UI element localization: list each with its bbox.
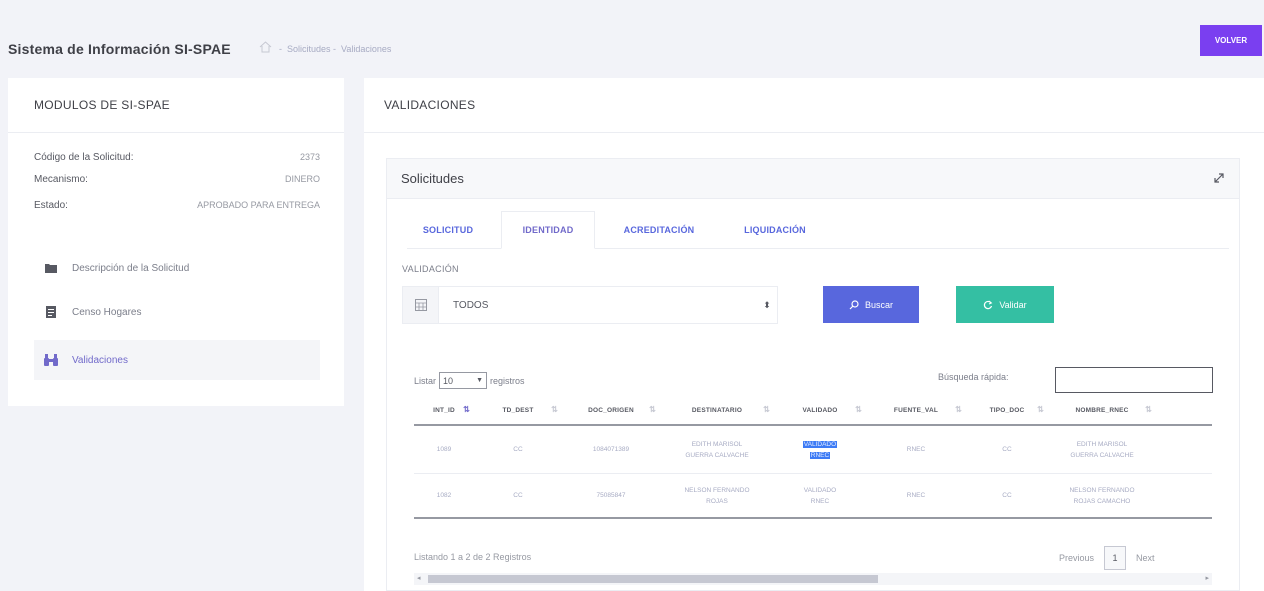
pagination: Previous 1 Next (1059, 546, 1155, 570)
top-bar: Sistema de Información SI-SPAE - Solicit… (0, 8, 1264, 74)
next-button[interactable]: Next (1136, 553, 1155, 563)
breadcrumb-separator: - (333, 44, 336, 54)
quick-search-input[interactable] (1055, 367, 1213, 393)
cell-doc-origen: 1084071389 (592, 446, 630, 453)
sidebar: MODULOS DE SI-SPAE Código de la Solicitu… (8, 78, 344, 406)
expand-icon[interactable] (1213, 172, 1225, 184)
validacion-select-value: TODOS (453, 299, 489, 311)
sidebar-item-label: Descripción de la Solicitud (72, 262, 190, 274)
cell-tipo-doc: CC (1002, 492, 1012, 499)
info-value: 2373 (299, 152, 320, 162)
sidebar-item-label: Censo Hogares (72, 306, 142, 318)
breadcrumb-item-solicitudes[interactable]: Solicitudes (287, 44, 331, 54)
page-1-button[interactable]: 1 (1104, 546, 1127, 570)
refresh-icon (984, 300, 993, 309)
cell-tipo-doc: CC (1002, 446, 1012, 453)
binoculars-icon (44, 353, 58, 367)
sidebar-item-descripcion[interactable]: Descripción de la Solicitud (34, 248, 320, 288)
previous-button[interactable]: Previous (1059, 553, 1094, 563)
tab-identidad[interactable]: IDENTIDAD (501, 211, 595, 249)
updown-arrow-icon: ⬍ (763, 299, 771, 310)
info-codigo: Código de la Solicitud: 2373 (34, 152, 320, 163)
info-label: Estado: (34, 200, 68, 211)
scroll-left-icon[interactable]: ◂ (417, 574, 421, 582)
cell-td-dest: CC (513, 446, 523, 453)
breadcrumb-item-validaciones[interactable]: Validaciones (341, 44, 391, 54)
page-length-value: 10 (443, 375, 454, 386)
column-header[interactable]: FUENTE_VAL ⇅ (866, 405, 966, 414)
validacion-select[interactable]: TODOS ⬍ (402, 286, 778, 324)
main-panel: VALIDACIONES Solicitudes SOLICITUD IDENT… (364, 78, 1264, 591)
sidebar-title: MODULOS DE SI-SPAE (8, 78, 344, 133)
cell-td-dest: CC (513, 492, 523, 499)
table-header: INT_ID ⇅ TD_DEST ⇅ DOC_ORIGEN ⇅ DESTINATARI… (414, 396, 1212, 426)
column-header[interactable]: DESTINATARIO ⇅ (660, 405, 774, 414)
info-mecanismo: Mecanismo: DINERO (34, 174, 320, 185)
cell-doc-origen: 75085847 (596, 492, 626, 499)
scroll-right-icon[interactable]: ▸ (1205, 574, 1209, 582)
cell-fuente-val: RNEC (906, 492, 926, 499)
scrollbar-thumb[interactable] (428, 575, 878, 583)
info-estado: Estado: APROBADO PARA ENTREGA (34, 200, 320, 211)
validacion-label: VALIDACIÓN (402, 264, 459, 274)
quick-search-label: Búsqueda rápida: (938, 372, 1009, 382)
buscar-button[interactable]: Buscar (823, 286, 919, 323)
cell-fuente-val: RNEC (906, 446, 926, 453)
table-row[interactable]: 1089 CC 1084071389 EDITH MARISOL GUERRA C… (414, 426, 1212, 474)
app-title: Sistema de Información SI-SPAE (8, 41, 231, 57)
portlet-header: Solicitudes (387, 159, 1239, 199)
sidebar-item-label: Validaciones (72, 354, 128, 366)
tab-bar: SOLICITUD IDENTIDAD ACREDITACIÓN LIQUIDA… (407, 211, 1229, 249)
info-value: APROBADO PARA ENTREGA (197, 200, 320, 210)
column-header[interactable]: INT_ID ⇅ (414, 405, 474, 414)
info-label: Código de la Solicitud: (34, 152, 134, 163)
cell-nombre-rnec: EDITH MARISOL GUERRA CALVACHE (1070, 440, 1134, 459)
chevron-down-icon: ▼ (476, 377, 484, 384)
info-value: DINERO (284, 174, 320, 184)
column-header[interactable]: TD_DEST ⇅ (474, 405, 562, 414)
cell-destinatario: NELSON FERNANDO ROJAS (684, 486, 750, 505)
cell-nombre-rnec: NELSON FERNANDO ROJAS CAMACHO (1069, 486, 1135, 505)
listar-label: Listar (414, 375, 437, 386)
sidebar-item-censo[interactable]: Censo Hogares (34, 292, 320, 332)
cell-validado: VALIDADO RNEC (774, 439, 866, 461)
tab-acreditacion[interactable]: ACREDITACIÓN (603, 211, 715, 249)
sidebar-item-validaciones[interactable]: Validaciones (34, 340, 320, 380)
page-length-control: Listar 10 ▼ registros (414, 372, 525, 389)
tab-solicitud[interactable]: SOLICITUD (407, 211, 489, 249)
cell-int-id: 1082 (436, 492, 452, 499)
document-icon (44, 305, 58, 319)
column-header[interactable]: NOMBRE_RNEC ⇅ (1048, 405, 1156, 414)
page-title: VALIDACIONES (364, 78, 1264, 133)
calendar-icon (403, 287, 439, 323)
breadcrumb-separator: - (279, 44, 282, 54)
table-row[interactable]: 1082 CC 75085847 NELSON FERNANDO ROJAS VA… (414, 474, 1212, 519)
column-header[interactable]: DOC_ORIGEN ⇅ (562, 405, 660, 414)
cell-int-id: 1089 (436, 446, 452, 453)
selected-text: RNEC (809, 451, 831, 459)
cell-destinatario: EDITH MARISOL GUERRA CALVACHE (685, 440, 749, 459)
validar-button-label: Validar (999, 299, 1027, 310)
validaciones-table: INT_ID ⇅ TD_DEST ⇅ DOC_ORIGEN ⇅ DESTINATARI… (414, 396, 1212, 519)
home-icon[interactable] (259, 41, 272, 53)
portlet-title: Solicitudes (401, 171, 464, 186)
table-info: Listando 1 a 2 de 2 Registros (414, 552, 532, 562)
page-length-select[interactable]: 10 ▼ (439, 372, 488, 389)
info-label: Mecanismo: (34, 174, 88, 185)
registros-label: registros (490, 375, 525, 386)
search-icon (849, 299, 859, 309)
cell-validado: VALIDADO RNEC (803, 486, 837, 505)
column-header[interactable]: TIPO_DOC ⇅ (966, 405, 1048, 414)
validar-button[interactable]: Validar (956, 286, 1054, 323)
volver-button[interactable]: VOLVER (1200, 25, 1262, 56)
selected-text: VALIDADO (802, 440, 838, 448)
tab-liquidacion[interactable]: LIQUIDACIÓN (721, 211, 829, 249)
folder-icon (44, 261, 58, 275)
horizontal-scrollbar[interactable]: ◂ ▸ (414, 573, 1212, 585)
column-header[interactable]: VALIDADO ⇅ (774, 405, 866, 414)
buscar-button-label: Buscar (864, 299, 893, 310)
